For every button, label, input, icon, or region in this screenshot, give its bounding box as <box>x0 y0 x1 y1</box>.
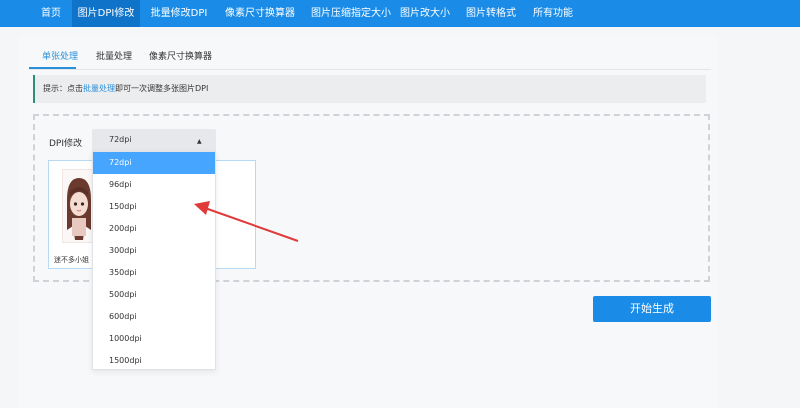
dpi-select-value: 72dpi <box>109 135 132 144</box>
dpi-label: DPI修改 <box>49 139 83 149</box>
tab-batch[interactable]: 批量处理 <box>96 46 132 68</box>
nav-home[interactable]: 首页 <box>32 0 70 27</box>
nav-all-features[interactable]: 所有功能 <box>528 0 578 27</box>
nav-compress-size[interactable]: 图片压缩指定大小 <box>307 0 395 27</box>
dpi-select[interactable]: 72dpi ▲ <box>92 129 216 152</box>
tab-pixel-converter[interactable]: 像素尺寸换算器 <box>149 46 212 68</box>
caret-up-icon: ▲ <box>197 138 202 145</box>
tip-text: 提示：点击批量处理即可一次调整多张图片DPI <box>43 83 208 94</box>
tip-batch-link[interactable]: 批量处理 <box>83 84 115 93</box>
portrait-image <box>63 170 95 242</box>
top-nav: 首页 图片DPI修改 批量修改DPI 像素尺寸换算器 图片压缩指定大小 图片改大… <box>0 0 800 27</box>
nav-format[interactable]: 图片转格式 <box>462 0 520 27</box>
tabs-divider <box>29 69 711 70</box>
nav-resize[interactable]: 图片改大小 <box>398 0 452 27</box>
nav-dpi-modify[interactable]: 图片DPI修改 <box>72 0 140 27</box>
nav-batch-dpi[interactable]: 批量修改DPI <box>146 0 212 27</box>
dpi-option-300[interactable]: 300dpi <box>93 240 215 262</box>
image-thumbnail <box>62 169 96 243</box>
dpi-option-500[interactable]: 500dpi <box>93 284 215 306</box>
tab-single[interactable]: 单张处理 <box>42 46 78 68</box>
dpi-option-1000[interactable]: 1000dpi <box>93 328 215 350</box>
dpi-option-350[interactable]: 350dpi <box>93 262 215 284</box>
tip-prefix: 提示：点击 <box>43 84 83 93</box>
start-button[interactable]: 开始生成 <box>593 296 711 322</box>
dpi-option-200[interactable]: 200dpi <box>93 218 215 240</box>
dpi-option-96[interactable]: 96dpi <box>93 174 215 196</box>
file-name: 迷不多小姐 <box>54 256 89 264</box>
dpi-option-600[interactable]: 600dpi <box>93 306 215 328</box>
dpi-dropdown: 72dpi 96dpi 150dpi 200dpi 300dpi 350dpi … <box>92 151 216 370</box>
dpi-option-150[interactable]: 150dpi <box>93 196 215 218</box>
dpi-option-1500[interactable]: 1500dpi <box>93 350 215 372</box>
tip-bar: 提示：点击批量处理即可一次调整多张图片DPI <box>33 75 706 103</box>
tip-suffix: 即可一次调整多张图片DPI <box>115 84 209 93</box>
dpi-option-72[interactable]: 72dpi <box>93 152 215 174</box>
nav-pixel-converter[interactable]: 像素尺寸换算器 <box>222 0 298 27</box>
